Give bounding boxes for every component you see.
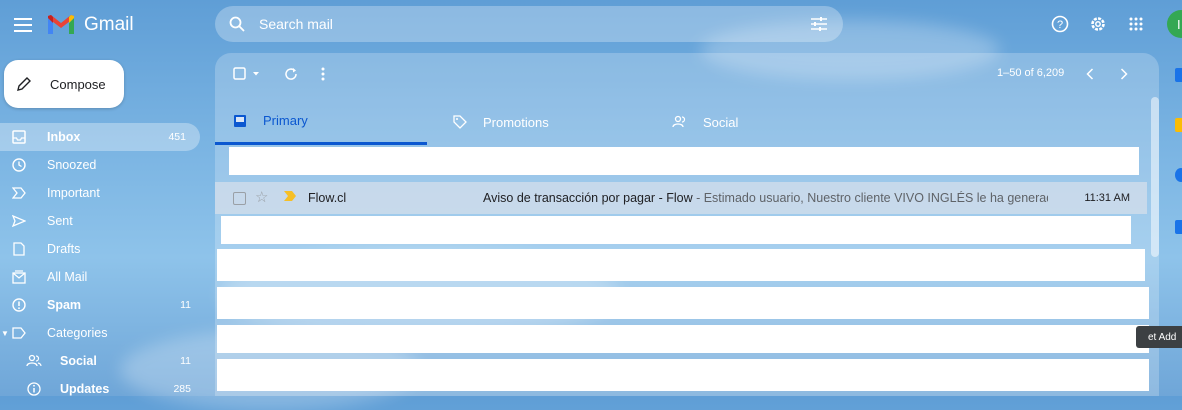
email-snippet: - Estimado usuario, Nuestro cliente VIVO… (692, 191, 1048, 205)
hamburger-menu-icon (14, 18, 32, 32)
sidebar: Inbox 451 Snoozed Important Sent Drafts … (0, 123, 205, 403)
clock-icon (11, 157, 27, 173)
list-item[interactable] (217, 325, 1149, 353)
category-tabs: Primary Promotions Social (215, 99, 1159, 145)
sidebar-item-label: Sent (47, 214, 73, 228)
unread-count: 285 (173, 383, 191, 395)
help-icon[interactable]: ? (1048, 12, 1072, 36)
main-menu-button[interactable] (10, 12, 36, 38)
tag-icon (451, 113, 469, 131)
email-time: 11:31 AM (1084, 192, 1130, 204)
tab-label: Promotions (483, 114, 549, 130)
search-bar[interactable] (215, 6, 843, 42)
select-all-checkbox[interactable] (231, 64, 265, 84)
gmail-m-icon (48, 15, 74, 34)
sidebar-item-label: All Mail (47, 270, 88, 284)
search-icon[interactable] (227, 14, 247, 34)
compose-label: Compose (50, 76, 106, 92)
tasks-icon[interactable] (1175, 168, 1182, 182)
list-item[interactable] (217, 287, 1149, 319)
list-item[interactable] (229, 147, 1139, 175)
email-subject: Aviso de transacción por pagar - Flow (483, 191, 693, 205)
scrollbar[interactable] (1151, 97, 1159, 257)
keep-icon[interactable] (1175, 118, 1182, 132)
inbox-icon (231, 112, 249, 130)
mail-list-panel: 1–50 of 6,209 Primary Promotions Social … (215, 53, 1159, 396)
email-row[interactable]: ☆ Flow.cl Aviso de transacción por pagar… (215, 182, 1147, 214)
unread-count: 11 (180, 355, 191, 367)
tab-label: Primary (263, 113, 308, 128)
gmail-logo[interactable]: Gmail (46, 10, 134, 40)
send-icon (11, 213, 27, 229)
spam-icon (11, 297, 27, 313)
tab-promotions[interactable]: Promotions (451, 99, 651, 145)
star-icon[interactable]: ☆ (255, 188, 268, 206)
sidebar-item-label: Social (60, 354, 97, 368)
top-bar: Gmail ? I (0, 0, 1182, 50)
sidebar-item-spam[interactable]: Spam 11 (0, 291, 205, 319)
sidebar-item-important[interactable]: Important (0, 179, 205, 207)
people-icon (26, 353, 42, 369)
expand-caret-icon[interactable]: ▼ (1, 329, 9, 338)
list-item[interactable] (217, 249, 1145, 281)
contacts-icon[interactable] (1175, 220, 1182, 234)
tab-label: Social (703, 114, 739, 130)
sidebar-item-label: Drafts (47, 242, 81, 256)
sidebar-item-label: Inbox (47, 130, 81, 144)
sidebar-item-drafts[interactable]: Drafts (0, 235, 205, 263)
sidebar-item-label: Spam (47, 298, 82, 312)
sidebar-item-label: Categories (47, 326, 108, 340)
sidebar-item-updates[interactable]: Updates 285 (0, 375, 205, 403)
checkbox-icon (233, 67, 259, 80)
sidebar-item-all-mail[interactable]: All Mail (0, 263, 205, 291)
svg-text:?: ? (1057, 19, 1063, 31)
apps-grid-icon[interactable] (1124, 12, 1148, 36)
all-mail-icon (11, 269, 27, 285)
tooltip: et Add (1136, 326, 1182, 348)
more-options-icon[interactable] (315, 64, 331, 84)
important-marker-icon[interactable] (283, 190, 299, 206)
chevron-right-icon[interactable] (1115, 64, 1133, 84)
pencil-icon (14, 74, 34, 94)
tab-primary[interactable]: Primary (215, 99, 427, 145)
chevron-left-icon[interactable] (1081, 64, 1099, 84)
people-icon (671, 113, 689, 131)
sidebar-item-snoozed[interactable]: Snoozed (0, 151, 205, 179)
compose-button[interactable]: Compose (4, 60, 124, 108)
search-options-icon[interactable] (809, 14, 829, 34)
tab-social[interactable]: Social (671, 99, 871, 145)
sidebar-item-label: Snoozed (47, 158, 97, 172)
sidebar-item-categories[interactable]: ▼ Categories (0, 319, 205, 347)
sidebar-item-social[interactable]: Social 11 (0, 347, 205, 375)
inbox-icon (11, 129, 27, 145)
unread-count: 451 (168, 131, 186, 143)
settings-gear-icon[interactable] (1086, 12, 1110, 36)
search-input[interactable] (257, 15, 781, 33)
important-icon (11, 185, 27, 201)
list-item[interactable] (221, 216, 1131, 244)
app-name: Gmail (84, 14, 134, 35)
sidebar-item-inbox[interactable]: Inbox 451 (0, 123, 200, 151)
draft-icon (11, 241, 27, 257)
mail-toolbar: 1–50 of 6,209 (215, 53, 1159, 95)
refresh-icon[interactable] (281, 64, 301, 84)
label-icon (11, 325, 27, 341)
sidebar-item-label: Important (47, 186, 100, 200)
email-sender: Flow.cl (308, 191, 347, 205)
sidebar-item-label: Updates (60, 382, 110, 396)
calendar-icon[interactable] (1175, 68, 1182, 82)
list-item[interactable] (217, 359, 1149, 391)
account-avatar[interactable]: I (1167, 10, 1182, 38)
row-checkbox[interactable] (233, 192, 246, 205)
email-subject-line: Aviso de transacción por pagar - Flow - … (483, 191, 1048, 205)
pagination-label: 1–50 of 6,209 (997, 67, 1065, 79)
info-icon (26, 381, 42, 397)
unread-count: 11 (180, 299, 191, 311)
sidebar-item-sent[interactable]: Sent (0, 207, 205, 235)
